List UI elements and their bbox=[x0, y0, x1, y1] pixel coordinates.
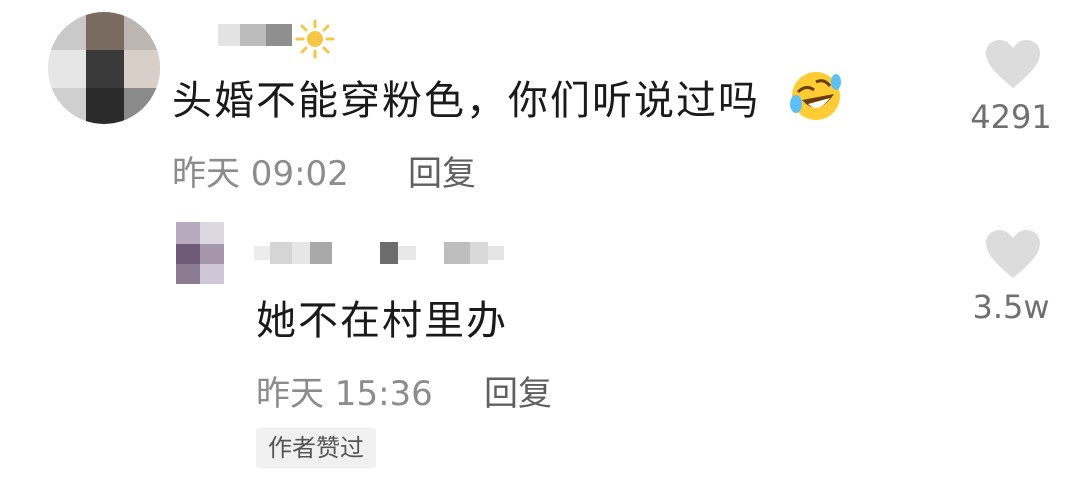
commenter-avatar[interactable] bbox=[48, 12, 160, 124]
commenter-name-blurred[interactable] bbox=[218, 24, 292, 46]
reply-timestamp: 昨天 15:36 bbox=[256, 374, 433, 414]
comment-timestamp: 昨天 09:02 bbox=[172, 154, 349, 194]
author-liked-badge: 作者赞过 bbox=[256, 428, 376, 468]
reply-text: 她不在村里办 bbox=[256, 298, 508, 344]
comment-text: 头婚不能穿粉色，你们听说过吗 bbox=[172, 78, 760, 124]
like-heart-icon[interactable] bbox=[984, 38, 1042, 90]
replier-avatar[interactable] bbox=[176, 222, 224, 284]
sun-icon bbox=[295, 19, 335, 59]
reply-like-count: 3.5w bbox=[972, 288, 1050, 326]
reply-to-reply-button[interactable]: 回复 bbox=[484, 366, 552, 415]
rolling-on-floor-laughing-icon bbox=[790, 72, 841, 120]
like-heart-icon[interactable] bbox=[984, 228, 1042, 280]
reply-button[interactable]: 回复 bbox=[408, 146, 476, 195]
replier-name-blurred[interactable] bbox=[254, 242, 514, 264]
like-count: 4291 bbox=[970, 98, 1052, 136]
